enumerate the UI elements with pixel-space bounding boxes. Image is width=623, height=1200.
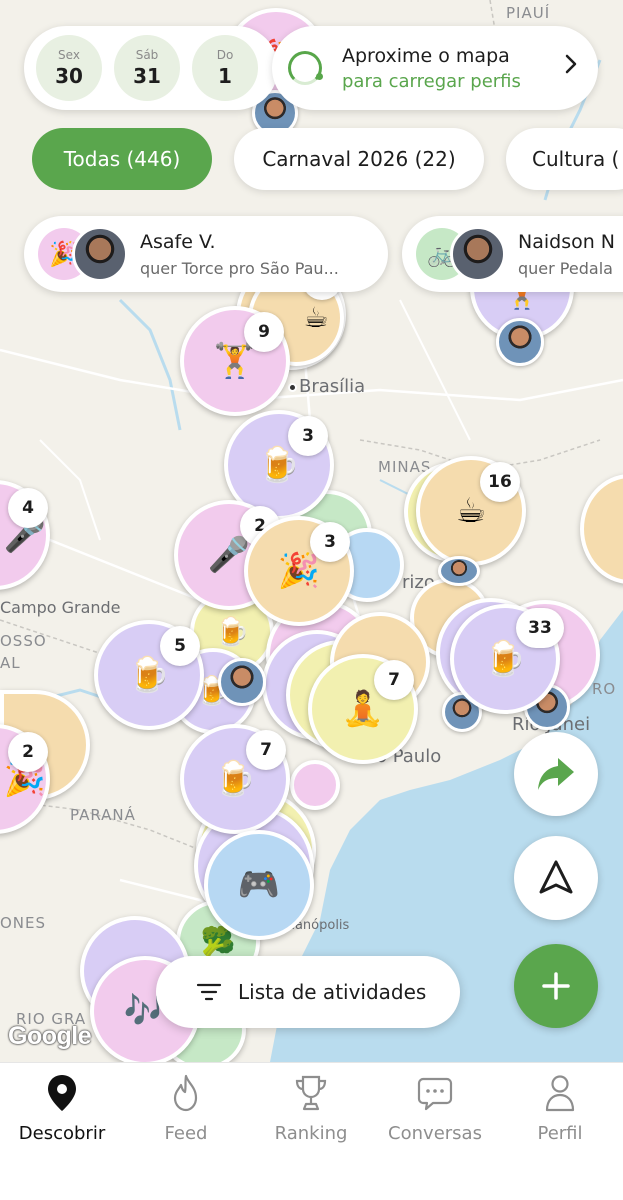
navigation-arrow-icon xyxy=(539,860,573,894)
tab-label: Ranking xyxy=(274,1123,348,1144)
filter-pill-cultura[interactable]: Cultura ( xyxy=(506,128,623,190)
activity-cluster-marker[interactable]: 🧘 7 xyxy=(308,654,418,764)
activity-cluster-marker[interactable]: 🍺 7 xyxy=(180,724,290,834)
user-avatar-pin[interactable] xyxy=(218,658,266,706)
date-day: 30 xyxy=(55,64,83,88)
filter-pill-all[interactable]: Todas (446) xyxy=(32,128,212,190)
cluster-emoji: ☕ xyxy=(455,491,487,531)
profile-card[interactable]: 🎉 Asafe V. quer Torce pro São Pau... xyxy=(24,216,388,292)
activity-cluster-marker[interactable]: ☕ 16 xyxy=(416,456,526,566)
share-button[interactable] xyxy=(514,732,598,816)
map-region-label: PARANÁ xyxy=(70,806,136,824)
cluster-emoji: 🍺 xyxy=(257,445,301,485)
tab-label: Conversas xyxy=(388,1123,482,1144)
cluster-emoji: ☕ xyxy=(303,301,329,334)
cluster-count-badge: 33 xyxy=(516,608,564,648)
map-region-label: PIAUÍ xyxy=(506,4,551,22)
user-avatar-pin[interactable] xyxy=(496,318,544,366)
cluster-emoji: 🍺 xyxy=(214,615,250,648)
map-city-label: Brasília xyxy=(288,376,365,397)
date-weekday: Do xyxy=(216,48,234,62)
tab-label: Perfil xyxy=(537,1123,583,1144)
cluster-emoji: 🏋️ xyxy=(213,341,257,381)
cluster-count-badge: 16 xyxy=(480,462,520,502)
city-dot-icon xyxy=(288,382,297,392)
cluster-count-badge: 7 xyxy=(246,730,286,770)
map-region-label: AL xyxy=(0,654,21,672)
cluster-count-badge: 3 xyxy=(310,522,350,562)
filter-lines-icon xyxy=(196,983,222,1001)
share-arrow-icon xyxy=(538,758,574,790)
activity-list-button[interactable]: Lista de atividades xyxy=(156,956,460,1028)
date-weekday: Sex xyxy=(58,48,80,62)
activity-cluster-marker[interactable]: 🎉 3 xyxy=(244,516,354,626)
map-region-label: RO xyxy=(592,680,617,698)
zoom-banner-subtitle: para carregar perfis xyxy=(342,70,521,92)
cluster-count-badge: 2 xyxy=(8,732,48,772)
cluster-emoji: 🍺 xyxy=(127,655,171,695)
tab-conversas[interactable]: Conversas xyxy=(373,1073,497,1163)
cluster-emoji: 🍺 xyxy=(483,639,527,679)
add-activity-button[interactable] xyxy=(514,944,598,1028)
nearby-profiles-row: 🎉 Asafe V. quer Torce pro São Pau... 🚲 N… xyxy=(0,216,623,292)
activity-cluster-marker[interactable] xyxy=(290,760,340,810)
date-day: 31 xyxy=(133,64,161,88)
bottom-tab-bar: Descobrir Feed Ranking Conversas Perfil xyxy=(0,1062,623,1200)
location-pin-icon xyxy=(48,1075,76,1111)
google-attribution-logo: Google xyxy=(8,1022,92,1050)
zoom-banner-title: Aproxime o mapa xyxy=(342,44,510,67)
chat-bubble-icon xyxy=(417,1077,453,1111)
plus-icon xyxy=(542,972,570,1000)
cluster-emoji: 🎉 xyxy=(277,551,321,591)
date-chip[interactable]: Sex 30 xyxy=(36,35,102,101)
date-chip[interactable]: Do 1 xyxy=(192,35,258,101)
user-avatar-pin[interactable] xyxy=(438,556,480,586)
activity-cluster-marker[interactable]: 🍺 33 xyxy=(450,604,564,714)
activity-cluster-marker[interactable]: 🍺 5 xyxy=(94,620,204,730)
date-day: 1 xyxy=(218,64,232,88)
flame-icon xyxy=(173,1074,198,1112)
date-selector[interactable]: Sex 30 Sáb 31 Do 1 xyxy=(24,26,278,110)
activity-cluster-marker[interactable]: 🎮 xyxy=(204,830,314,940)
app-screen: PIAUÍ MINAS PARANÁ OSSO AL ONES RIO GRA … xyxy=(0,0,623,1200)
profile-activity-desc: quer Torce pro São Pau... xyxy=(140,258,339,278)
profile-name: Naidson N xyxy=(518,230,616,253)
activity-cluster-marker[interactable]: 🏋️ 9 xyxy=(180,306,290,416)
map-region-label: ONES xyxy=(0,914,47,932)
cluster-count-badge: 5 xyxy=(160,626,200,666)
cluster-emoji: 🧘 xyxy=(341,689,385,729)
tab-feed[interactable]: Feed xyxy=(124,1073,248,1163)
tab-label: Descobrir xyxy=(18,1123,106,1144)
map-region-label: OSSO xyxy=(0,632,47,650)
profile-avatar xyxy=(450,226,506,282)
tab-ranking[interactable]: Ranking xyxy=(249,1073,373,1163)
profile-activity-desc: quer Pedala xyxy=(518,258,613,278)
cluster-count-badge: 4 xyxy=(8,488,48,528)
cluster-emoji: 🍺 xyxy=(213,759,257,799)
navigation-button[interactable] xyxy=(514,836,598,920)
date-weekday: Sáb xyxy=(135,48,159,62)
tab-label: Feed xyxy=(164,1123,208,1144)
loading-spinner-icon xyxy=(288,51,323,85)
profile-name: Asafe V. xyxy=(140,230,216,253)
activity-list-label: Lista de atividades xyxy=(238,980,427,1004)
category-filter-row: Todas (446) Carnaval 2026 (22) Cultura ( xyxy=(0,128,623,190)
cluster-emoji: 🎮 xyxy=(237,865,281,905)
cluster-count-badge: 9 xyxy=(244,312,284,352)
filter-pill-carnaval[interactable]: Carnaval 2026 (22) xyxy=(234,128,484,190)
cluster-count-badge: 3 xyxy=(288,416,328,456)
cluster-count-badge: 7 xyxy=(374,660,414,700)
profile-card[interactable]: 🚲 Naidson N quer Pedala xyxy=(402,216,623,292)
zoom-in-banner[interactable]: Aproxime o mapa para carregar perfis xyxy=(272,26,598,110)
map-city-label: Campo Grande xyxy=(0,598,121,617)
tab-perfil[interactable]: Perfil xyxy=(498,1073,622,1163)
date-chip[interactable]: Sáb 31 xyxy=(114,35,180,101)
person-icon xyxy=(545,1075,575,1112)
tab-descobrir[interactable]: Descobrir xyxy=(0,1073,124,1163)
trophy-icon xyxy=(295,1075,327,1111)
chevron-right-icon xyxy=(565,54,577,74)
profile-avatar xyxy=(72,226,128,282)
zoom-banner-text: Aproxime o mapa para carregar perfis xyxy=(342,45,521,92)
